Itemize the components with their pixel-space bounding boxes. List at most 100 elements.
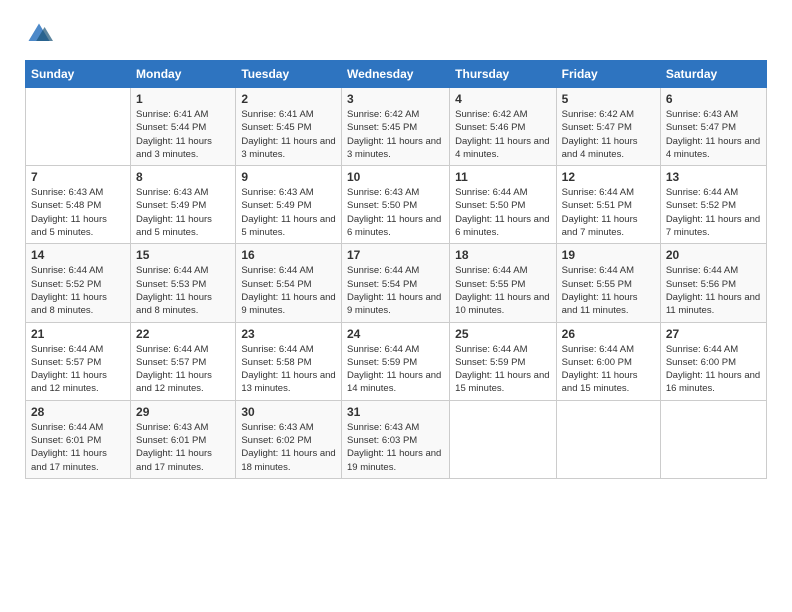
calendar-table: SundayMondayTuesdayWednesdayThursdayFrid… bbox=[25, 60, 767, 479]
header-cell-wednesday: Wednesday bbox=[341, 61, 449, 88]
day-number: 27 bbox=[666, 327, 761, 341]
header-cell-thursday: Thursday bbox=[450, 61, 556, 88]
calendar-header: SundayMondayTuesdayWednesdayThursdayFrid… bbox=[26, 61, 767, 88]
header bbox=[25, 20, 767, 48]
day-info: Sunrise: 6:44 AMSunset: 6:00 PMDaylight:… bbox=[666, 343, 761, 396]
day-number: 2 bbox=[241, 92, 336, 106]
day-number: 14 bbox=[31, 248, 125, 262]
logo bbox=[25, 20, 57, 48]
day-number: 15 bbox=[136, 248, 230, 262]
day-number: 17 bbox=[347, 248, 444, 262]
calendar-body: 1 Sunrise: 6:41 AMSunset: 5:44 PMDayligh… bbox=[26, 88, 767, 479]
day-info: Sunrise: 6:44 AMSunset: 5:55 PMDaylight:… bbox=[455, 264, 550, 317]
day-number: 23 bbox=[241, 327, 336, 341]
week-row-4: 21 Sunrise: 6:44 AMSunset: 5:57 PMDaylig… bbox=[26, 322, 767, 400]
day-cell: 25 Sunrise: 6:44 AMSunset: 5:59 PMDaylig… bbox=[450, 322, 556, 400]
day-number: 10 bbox=[347, 170, 444, 184]
day-cell: 27 Sunrise: 6:44 AMSunset: 6:00 PMDaylig… bbox=[660, 322, 766, 400]
day-cell: 6 Sunrise: 6:43 AMSunset: 5:47 PMDayligh… bbox=[660, 88, 766, 166]
day-info: Sunrise: 6:44 AMSunset: 5:53 PMDaylight:… bbox=[136, 264, 230, 317]
day-cell: 22 Sunrise: 6:44 AMSunset: 5:57 PMDaylig… bbox=[131, 322, 236, 400]
day-cell: 18 Sunrise: 6:44 AMSunset: 5:55 PMDaylig… bbox=[450, 244, 556, 322]
day-info: Sunrise: 6:44 AMSunset: 5:55 PMDaylight:… bbox=[562, 264, 655, 317]
header-row: SundayMondayTuesdayWednesdayThursdayFrid… bbox=[26, 61, 767, 88]
day-cell: 5 Sunrise: 6:42 AMSunset: 5:47 PMDayligh… bbox=[556, 88, 660, 166]
day-number: 26 bbox=[562, 327, 655, 341]
day-info: Sunrise: 6:44 AMSunset: 5:57 PMDaylight:… bbox=[136, 343, 230, 396]
day-cell: 8 Sunrise: 6:43 AMSunset: 5:49 PMDayligh… bbox=[131, 166, 236, 244]
day-number: 16 bbox=[241, 248, 336, 262]
day-info: Sunrise: 6:44 AMSunset: 5:54 PMDaylight:… bbox=[347, 264, 444, 317]
day-number: 25 bbox=[455, 327, 550, 341]
day-number: 11 bbox=[455, 170, 550, 184]
day-cell: 14 Sunrise: 6:44 AMSunset: 5:52 PMDaylig… bbox=[26, 244, 131, 322]
header-cell-tuesday: Tuesday bbox=[236, 61, 342, 88]
day-info: Sunrise: 6:43 AMSunset: 6:01 PMDaylight:… bbox=[136, 421, 230, 474]
day-cell: 16 Sunrise: 6:44 AMSunset: 5:54 PMDaylig… bbox=[236, 244, 342, 322]
day-info: Sunrise: 6:43 AMSunset: 5:48 PMDaylight:… bbox=[31, 186, 125, 239]
day-number: 21 bbox=[31, 327, 125, 341]
day-number: 20 bbox=[666, 248, 761, 262]
day-info: Sunrise: 6:44 AMSunset: 5:52 PMDaylight:… bbox=[31, 264, 125, 317]
day-cell: 28 Sunrise: 6:44 AMSunset: 6:01 PMDaylig… bbox=[26, 400, 131, 478]
day-info: Sunrise: 6:44 AMSunset: 6:00 PMDaylight:… bbox=[562, 343, 655, 396]
day-cell: 29 Sunrise: 6:43 AMSunset: 6:01 PMDaylig… bbox=[131, 400, 236, 478]
week-row-1: 1 Sunrise: 6:41 AMSunset: 5:44 PMDayligh… bbox=[26, 88, 767, 166]
week-row-5: 28 Sunrise: 6:44 AMSunset: 6:01 PMDaylig… bbox=[26, 400, 767, 478]
day-number: 1 bbox=[136, 92, 230, 106]
day-cell bbox=[450, 400, 556, 478]
day-cell: 4 Sunrise: 6:42 AMSunset: 5:46 PMDayligh… bbox=[450, 88, 556, 166]
day-info: Sunrise: 6:42 AMSunset: 5:47 PMDaylight:… bbox=[562, 108, 655, 161]
day-info: Sunrise: 6:43 AMSunset: 5:50 PMDaylight:… bbox=[347, 186, 444, 239]
day-cell: 1 Sunrise: 6:41 AMSunset: 5:44 PMDayligh… bbox=[131, 88, 236, 166]
day-cell: 21 Sunrise: 6:44 AMSunset: 5:57 PMDaylig… bbox=[26, 322, 131, 400]
day-info: Sunrise: 6:42 AMSunset: 5:45 PMDaylight:… bbox=[347, 108, 444, 161]
day-cell: 24 Sunrise: 6:44 AMSunset: 5:59 PMDaylig… bbox=[341, 322, 449, 400]
day-info: Sunrise: 6:44 AMSunset: 5:59 PMDaylight:… bbox=[455, 343, 550, 396]
day-number: 19 bbox=[562, 248, 655, 262]
day-cell: 31 Sunrise: 6:43 AMSunset: 6:03 PMDaylig… bbox=[341, 400, 449, 478]
day-info: Sunrise: 6:42 AMSunset: 5:46 PMDaylight:… bbox=[455, 108, 550, 161]
day-number: 8 bbox=[136, 170, 230, 184]
day-cell: 20 Sunrise: 6:44 AMSunset: 5:56 PMDaylig… bbox=[660, 244, 766, 322]
day-cell: 12 Sunrise: 6:44 AMSunset: 5:51 PMDaylig… bbox=[556, 166, 660, 244]
day-info: Sunrise: 6:43 AMSunset: 5:49 PMDaylight:… bbox=[136, 186, 230, 239]
day-cell: 11 Sunrise: 6:44 AMSunset: 5:50 PMDaylig… bbox=[450, 166, 556, 244]
day-cell: 3 Sunrise: 6:42 AMSunset: 5:45 PMDayligh… bbox=[341, 88, 449, 166]
day-info: Sunrise: 6:41 AMSunset: 5:45 PMDaylight:… bbox=[241, 108, 336, 161]
day-info: Sunrise: 6:44 AMSunset: 5:50 PMDaylight:… bbox=[455, 186, 550, 239]
day-number: 6 bbox=[666, 92, 761, 106]
day-cell: 17 Sunrise: 6:44 AMSunset: 5:54 PMDaylig… bbox=[341, 244, 449, 322]
day-number: 28 bbox=[31, 405, 125, 419]
day-cell: 13 Sunrise: 6:44 AMSunset: 5:52 PMDaylig… bbox=[660, 166, 766, 244]
day-info: Sunrise: 6:44 AMSunset: 5:54 PMDaylight:… bbox=[241, 264, 336, 317]
day-cell: 23 Sunrise: 6:44 AMSunset: 5:58 PMDaylig… bbox=[236, 322, 342, 400]
day-cell: 30 Sunrise: 6:43 AMSunset: 6:02 PMDaylig… bbox=[236, 400, 342, 478]
day-info: Sunrise: 6:44 AMSunset: 5:58 PMDaylight:… bbox=[241, 343, 336, 396]
day-number: 13 bbox=[666, 170, 761, 184]
header-cell-friday: Friday bbox=[556, 61, 660, 88]
day-info: Sunrise: 6:44 AMSunset: 5:56 PMDaylight:… bbox=[666, 264, 761, 317]
day-number: 18 bbox=[455, 248, 550, 262]
header-cell-saturday: Saturday bbox=[660, 61, 766, 88]
day-cell bbox=[660, 400, 766, 478]
day-number: 5 bbox=[562, 92, 655, 106]
day-number: 31 bbox=[347, 405, 444, 419]
day-info: Sunrise: 6:43 AMSunset: 6:03 PMDaylight:… bbox=[347, 421, 444, 474]
day-cell: 19 Sunrise: 6:44 AMSunset: 5:55 PMDaylig… bbox=[556, 244, 660, 322]
day-cell: 10 Sunrise: 6:43 AMSunset: 5:50 PMDaylig… bbox=[341, 166, 449, 244]
logo-icon bbox=[25, 20, 53, 48]
day-number: 24 bbox=[347, 327, 444, 341]
day-cell bbox=[556, 400, 660, 478]
day-info: Sunrise: 6:44 AMSunset: 5:57 PMDaylight:… bbox=[31, 343, 125, 396]
day-number: 30 bbox=[241, 405, 336, 419]
day-cell bbox=[26, 88, 131, 166]
week-row-3: 14 Sunrise: 6:44 AMSunset: 5:52 PMDaylig… bbox=[26, 244, 767, 322]
day-number: 29 bbox=[136, 405, 230, 419]
week-row-2: 7 Sunrise: 6:43 AMSunset: 5:48 PMDayligh… bbox=[26, 166, 767, 244]
page: SundayMondayTuesdayWednesdayThursdayFrid… bbox=[0, 0, 792, 612]
day-cell: 9 Sunrise: 6:43 AMSunset: 5:49 PMDayligh… bbox=[236, 166, 342, 244]
day-info: Sunrise: 6:44 AMSunset: 5:52 PMDaylight:… bbox=[666, 186, 761, 239]
day-number: 12 bbox=[562, 170, 655, 184]
day-info: Sunrise: 6:44 AMSunset: 6:01 PMDaylight:… bbox=[31, 421, 125, 474]
